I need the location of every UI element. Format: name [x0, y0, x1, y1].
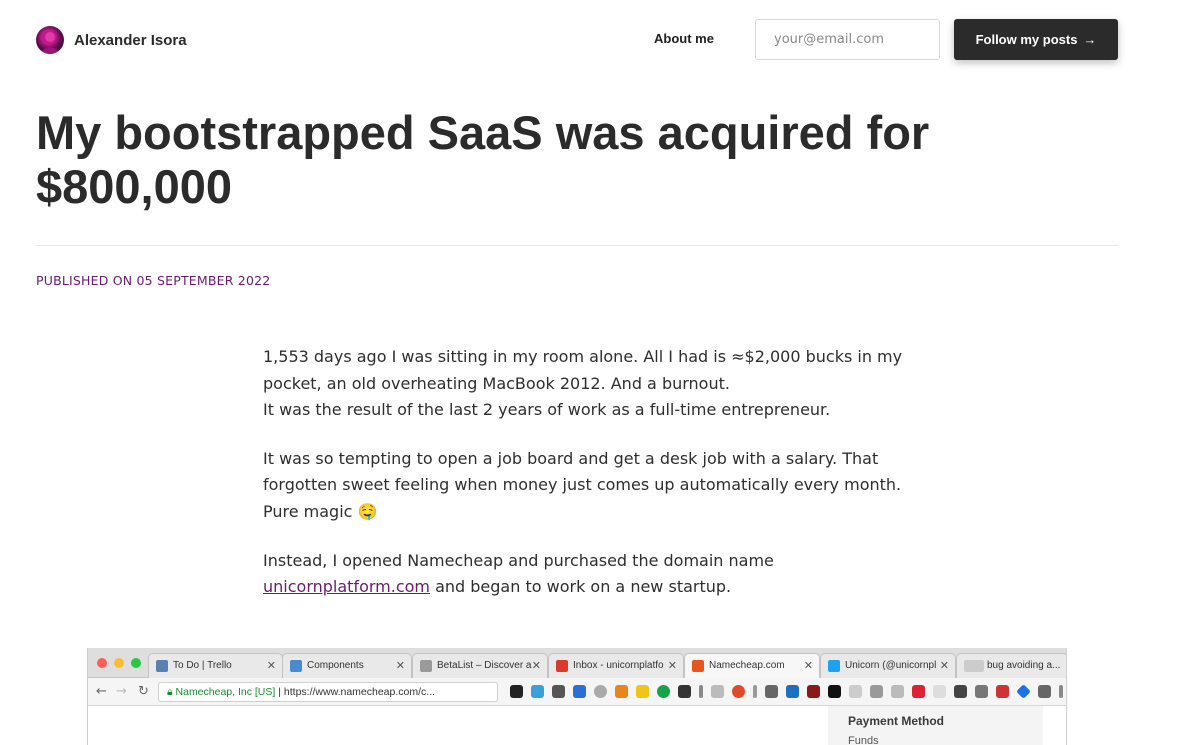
avatar: [36, 26, 64, 54]
extension-icon: [711, 685, 724, 698]
browser-tab: Inbox - unicornplatfo ✕: [548, 653, 684, 678]
extension-icon: [849, 685, 862, 698]
extension-icon: [636, 685, 649, 698]
post-title: My bootstrapped SaaS was acquired for $8…: [36, 106, 930, 213]
close-dot-icon: [97, 658, 107, 668]
about-me-link[interactable]: About me: [654, 31, 714, 46]
extension-icon: [870, 685, 883, 698]
document-icon: [420, 660, 432, 672]
forward-icon: →: [116, 684, 127, 699]
follow-button[interactable]: Follow my posts →: [954, 19, 1118, 60]
paragraph-text: 1,553 days ago I was sitting in my room …: [263, 347, 903, 393]
tab-label: Unicorn (@unicornpl: [845, 660, 937, 671]
extension-icon: [1059, 685, 1063, 698]
lock-icon: 🔒︎: [167, 686, 176, 698]
extension-icon: [1038, 685, 1051, 698]
panel-subtitle: Funds: [848, 735, 879, 745]
twitter-icon: [828, 660, 840, 672]
tab-label: Namecheap.com: [709, 660, 785, 671]
extension-icon: [573, 685, 586, 698]
brand[interactable]: Alexander Isora: [36, 26, 187, 54]
arrow-right-icon: →: [1083, 32, 1097, 47]
panel-title: Payment Method: [848, 714, 945, 728]
extension-icon: [753, 685, 757, 698]
author-name: Alexander Isora: [74, 31, 187, 49]
browser-tab: bug avoiding a...: [956, 653, 1066, 678]
extension-icon: [552, 685, 565, 698]
payment-panel: Payment Method Funds: [828, 706, 1043, 745]
extension-icon: [891, 685, 904, 698]
browser-tab-bar: To Do | Trello ✕ Components ✕ BetaList –…: [88, 648, 1066, 678]
paragraph-text: Instead, I opened Namecheap and purchase…: [263, 550, 774, 570]
browser-screenshot-image: To Do | Trello ✕ Components ✕ BetaList –…: [87, 648, 1067, 745]
close-icon: ✕: [266, 660, 276, 672]
gmail-icon: [556, 660, 568, 672]
extension-icon: [657, 685, 670, 698]
browser-tab: BetaList – Discover a ✕: [412, 653, 548, 678]
reload-icon: ↻: [138, 684, 149, 699]
site-header: Alexander Isora About me Follow my posts…: [0, 0, 1200, 80]
post-body: 1,553 days ago I was sitting in my room …: [263, 344, 903, 623]
browser-tab-active: Namecheap.com ✕: [684, 653, 820, 678]
tab-label: bug avoiding a...: [987, 660, 1061, 671]
divider: [36, 245, 1118, 246]
extension-icon: [786, 685, 799, 698]
blank-tab-icon: [964, 660, 984, 672]
follow-button-label: Follow my posts: [975, 32, 1078, 47]
extension-icon: [975, 685, 988, 698]
back-icon: ←: [96, 684, 107, 699]
extension-icon: [954, 685, 967, 698]
tab-label: BetaList – Discover a: [437, 660, 532, 671]
extension-icon: [912, 685, 925, 698]
extension-icon: [594, 685, 607, 698]
extension-icon: [933, 685, 946, 698]
plane-icon: [290, 660, 302, 672]
paragraph-text: It was the result of the last 2 years of…: [263, 400, 831, 420]
browser-tab: Components ✕: [282, 653, 412, 678]
browser-tab: Unicorn (@unicornpl ✕: [820, 653, 956, 678]
browser-toolbar: ← → ↻ 🔒︎ Namecheap, Inc [US] | https://w…: [88, 678, 1066, 706]
paragraph-text: and began to work on a new startup.: [430, 577, 732, 597]
trello-icon: [156, 660, 168, 672]
extension-icon: [765, 685, 778, 698]
window-controls: [97, 658, 141, 668]
extension-icon: [678, 685, 691, 698]
published-date: PUBLISHED ON 05 SEPTEMBER 2022: [36, 273, 271, 288]
close-icon: ✕: [939, 660, 949, 672]
close-icon: ✕: [667, 660, 677, 672]
namecheap-icon: [692, 660, 704, 672]
extension-icon: [807, 685, 820, 698]
email-input[interactable]: [755, 19, 940, 60]
paragraph: It was so tempting to open a job board a…: [263, 448, 902, 521]
minimize-dot-icon: [114, 658, 124, 668]
close-icon: ✕: [803, 660, 813, 672]
paragraph: Instead, I opened Namecheap and purchase…: [263, 548, 903, 601]
tab-label: Components: [307, 660, 364, 671]
extension-icon: [615, 685, 628, 698]
domain-link[interactable]: unicornplatform.com: [263, 577, 430, 596]
extension-icon: [510, 685, 523, 698]
maximize-dot-icon: [131, 658, 141, 668]
address-bar: 🔒︎ Namecheap, Inc [US] | https://www.nam…: [158, 682, 498, 702]
extension-icon: [828, 685, 841, 698]
extension-icon: [732, 685, 745, 698]
extension-icons: [510, 684, 1063, 699]
browser-page-content: Payment Method Funds: [88, 706, 1066, 745]
extension-icon: [531, 685, 544, 698]
close-icon: ✕: [531, 660, 541, 672]
url-text: https://www.namecheap.com/c...: [283, 686, 436, 698]
extension-icon: [996, 685, 1009, 698]
extension-icon: [699, 685, 703, 698]
tab-label: To Do | Trello: [173, 660, 232, 671]
extension-icon: [1016, 684, 1031, 699]
secure-label: Namecheap, Inc [US]: [175, 686, 276, 698]
paragraph: 1,553 days ago I was sitting in my room …: [263, 344, 903, 424]
browser-tab: To Do | Trello ✕: [148, 653, 283, 678]
close-icon: ✕: [395, 660, 405, 672]
tab-label: Inbox - unicornplatfo: [573, 660, 664, 671]
